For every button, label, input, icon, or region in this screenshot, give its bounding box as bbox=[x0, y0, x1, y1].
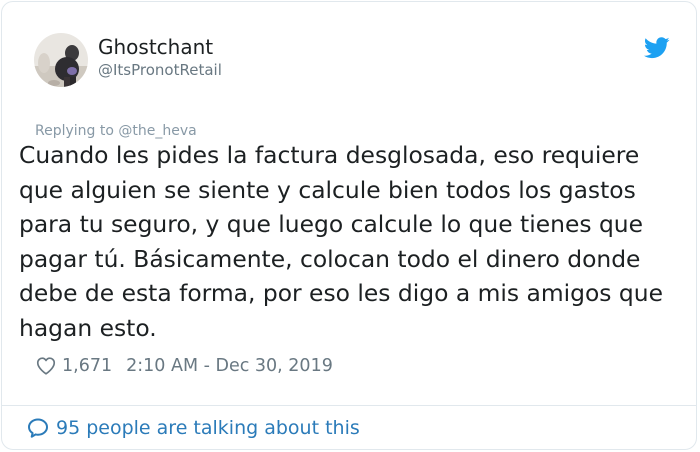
display-name[interactable]: Ghostchant bbox=[98, 35, 213, 59]
tweet-text-line: hagan esto. bbox=[19, 313, 157, 342]
avatar-photo bbox=[34, 33, 88, 87]
tweet-meta: 1,671 2:10 AM - Dec 30, 2019 bbox=[35, 354, 333, 378]
tweet-text-line: Cuando les pides la factura desglosada, … bbox=[19, 141, 640, 169]
twitter-bird-icon[interactable] bbox=[644, 37, 670, 59]
tweet-text-line: pagar tú. Básicamente, colocan todo el d… bbox=[19, 244, 641, 273]
divider bbox=[2, 405, 696, 406]
user-handle[interactable]: @ItsPronotRetail bbox=[98, 61, 222, 79]
heart-outline-icon bbox=[36, 357, 56, 375]
like-count: 1,671 bbox=[62, 356, 113, 376]
tweet-text-line: debe de esta forma, por eso les digo a m… bbox=[19, 279, 663, 307]
tweet-card: Ghostchant @ItsPronotRetail Replying to … bbox=[1, 1, 697, 450]
tweet-timestamp[interactable]: 2:10 AM - Dec 30, 2019 bbox=[126, 356, 333, 376]
conversation-text: 95 people are talking about this bbox=[56, 417, 360, 439]
speech-bubble-icon bbox=[28, 418, 48, 438]
tweet-text: Cuando les pides la factura desglosada, … bbox=[19, 138, 689, 345]
reply-context[interactable]: Replying to @the_heva bbox=[35, 123, 197, 139]
like-button[interactable]: 1,671 bbox=[35, 355, 112, 377]
conversation-link[interactable]: 95 people are talking about this bbox=[26, 416, 360, 440]
tweet-text-line: que alguien se siente y calcule bien tod… bbox=[19, 175, 636, 204]
avatar[interactable] bbox=[34, 33, 88, 87]
tweet-text-line: para tu seguro, y que luego calcule lo q… bbox=[19, 210, 644, 238]
